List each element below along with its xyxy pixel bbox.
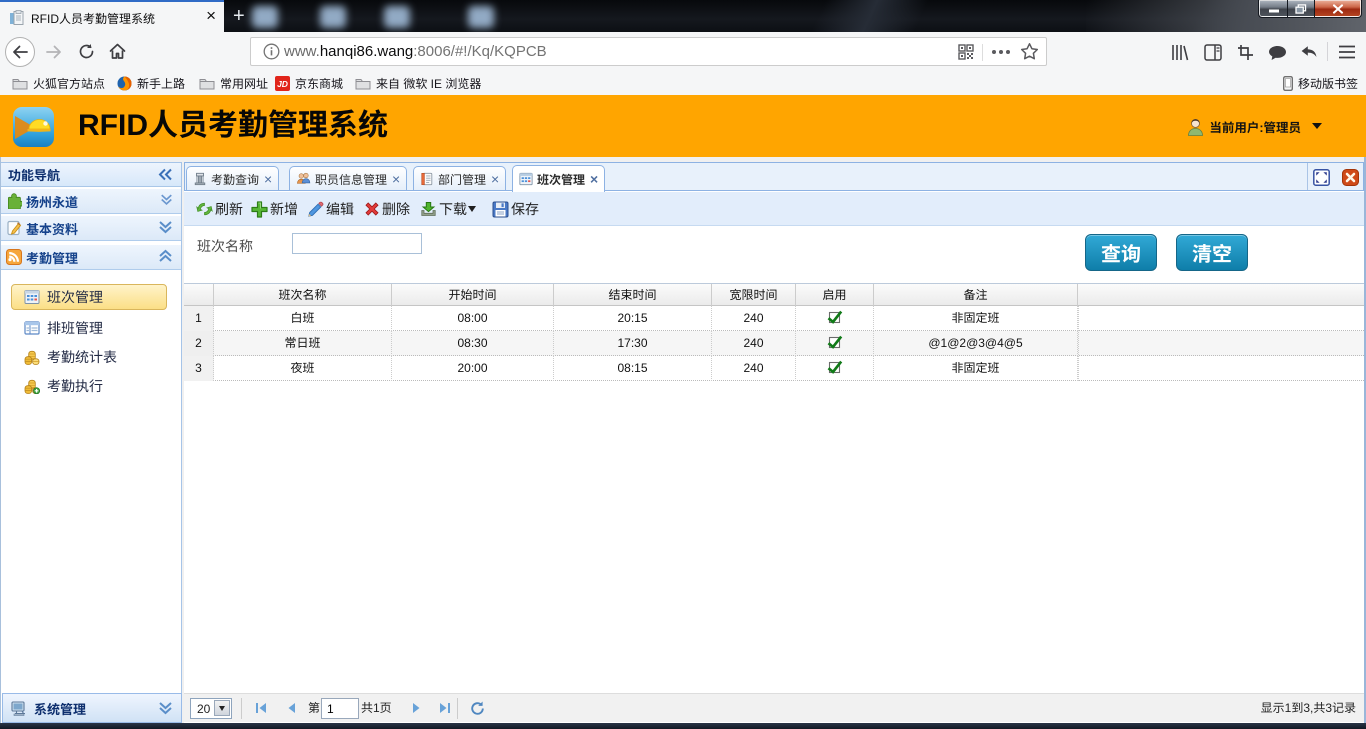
svg-text:JD: JD bbox=[277, 79, 288, 89]
